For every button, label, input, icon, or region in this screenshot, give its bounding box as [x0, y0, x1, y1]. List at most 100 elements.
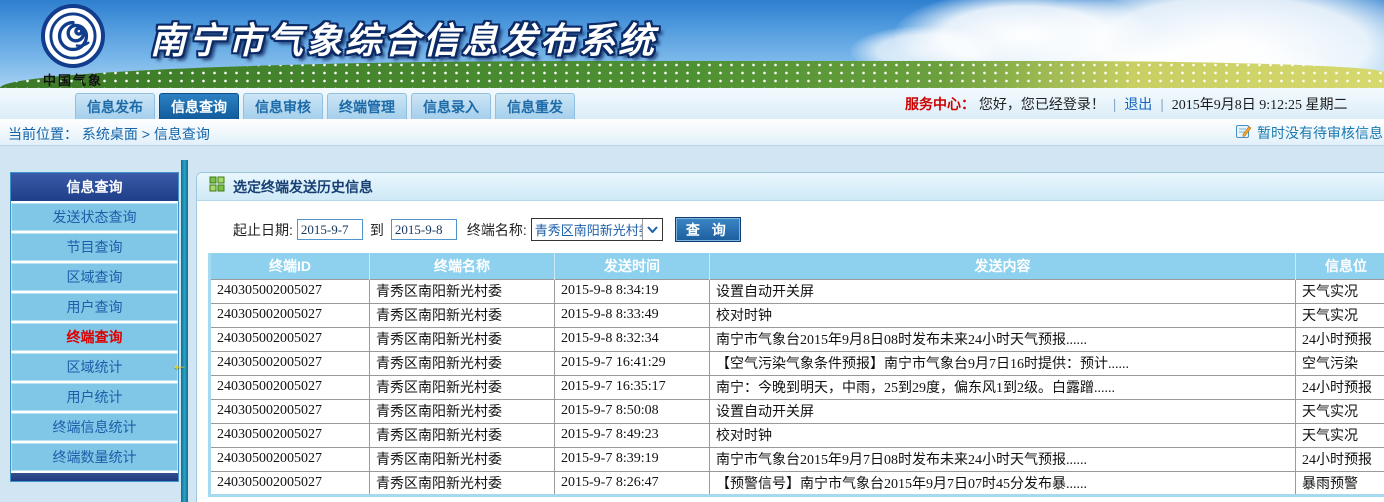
panel-header: 选定终端发送历史信息	[197, 173, 1384, 201]
cell-terminal-name: 青秀区南阳新光村委	[370, 375, 555, 399]
cell-terminal-id: 240305002005027	[210, 279, 370, 303]
service-center-label: 服务中心：	[905, 96, 975, 112]
table-row: 240305002005027 青秀区南阳新光村委 2015-9-8 8:32:…	[210, 327, 1384, 351]
login-greeting: 您好，您已经登录！	[979, 96, 1105, 112]
grid-icon	[209, 176, 225, 197]
cell-send-time: 2015-9-7 8:26:47	[555, 471, 710, 495]
sidebar-item-terminal-count-stats[interactable]: 终端数量统计	[11, 443, 178, 471]
col-terminal-name: 终端名称	[370, 253, 555, 279]
cell-terminal-name: 青秀区南阳新光村委	[370, 471, 555, 495]
breadcrumb-path: 系统桌面 > 信息查询	[82, 126, 210, 142]
cell-terminal-name: 青秀区南阳新光村委	[370, 327, 555, 351]
sidebar-item-user-query[interactable]: 用户查询	[11, 293, 178, 321]
cell-send-content: 南宁市气象台2015年9月8日08时发布未来24小时天气预报......	[710, 327, 1296, 351]
cell-send-content: 校对时钟	[710, 303, 1296, 327]
col-send-content: 发送内容	[710, 253, 1296, 279]
main-panel: 选定终端发送历史信息 起止日期: 到 终端名称: 青秀区南阳新光村委 查 询 终…	[196, 172, 1384, 502]
service-status: 服务中心： 您好，您已经登录！ | 退出 | 2015年9月8日 9:12:25…	[905, 94, 1348, 114]
cell-terminal-id: 240305002005027	[210, 375, 370, 399]
col-send-time: 发送时间	[555, 253, 710, 279]
cell-info-type: 24小时预报	[1296, 327, 1384, 351]
nav-bar: 信息发布 信息查询 信息审核 终端管理 信息录入 信息重发 服务中心： 您好，您…	[0, 88, 1384, 119]
table-header-row: 终端ID 终端名称 发送时间 发送内容 信息位	[210, 253, 1384, 279]
history-table: 终端ID 终端名称 发送时间 发送内容 信息位 240305002005027 …	[208, 253, 1384, 497]
terminal-select-value: 青秀区南阳新光村委	[532, 220, 642, 239]
cell-terminal-name: 青秀区南阳新光村委	[370, 303, 555, 327]
sidebar-item-user-stats[interactable]: 用户统计	[11, 383, 178, 411]
separator: |	[1160, 96, 1164, 112]
table-row: 240305002005027 青秀区南阳新光村委 2015-9-8 8:34:…	[210, 279, 1384, 303]
cell-info-type: 天气实况	[1296, 423, 1384, 447]
table-row: 240305002005027 青秀区南阳新光村委 2015-9-7 8:50:…	[210, 399, 1384, 423]
cell-terminal-id: 240305002005027	[210, 303, 370, 327]
cell-info-type: 暴雨预警	[1296, 471, 1384, 495]
table-row: 240305002005027 青秀区南阳新光村委 2015-9-7 8:49:…	[210, 423, 1384, 447]
cell-terminal-name: 青秀区南阳新光村委	[370, 351, 555, 375]
cell-terminal-id: 240305002005027	[210, 471, 370, 495]
sidebar-item-send-status-query[interactable]: 发送状态查询	[11, 203, 178, 231]
sidebar-item-terminal-query[interactable]: 终端查询	[11, 323, 178, 351]
breadcrumb-label: 当前位置：	[8, 126, 78, 142]
audit-notice-text: 暂时没有待审核信息	[1257, 123, 1383, 143]
header-banner: 中国气象 南宁市气象综合信息发布系统	[0, 0, 1384, 88]
site-title: 南宁市气象综合信息发布系统	[150, 12, 657, 64]
cell-terminal-name: 青秀区南阳新光村委	[370, 423, 555, 447]
sidebar-title: 信息查询	[11, 173, 178, 201]
date-to-input[interactable]	[391, 219, 457, 240]
datetime-display: 2015年9月8日 9:12:25 星期二	[1172, 98, 1348, 113]
cell-terminal-name: 青秀区南阳新光村委	[370, 279, 555, 303]
logo: 中国气象	[18, 4, 128, 88]
query-form: 起止日期: 到 终端名称: 青秀区南阳新光村委 查 询	[233, 217, 1384, 242]
cell-info-type: 天气实况	[1296, 303, 1384, 327]
sidebar-divider: ←	[181, 160, 188, 502]
logout-link[interactable]: 退出	[1124, 96, 1152, 112]
cell-info-type: 天气实况	[1296, 279, 1384, 303]
sidebar-footer	[11, 473, 178, 481]
table-body: 240305002005027 青秀区南阳新光村委 2015-9-8 8:34:…	[210, 279, 1384, 495]
chevron-down-icon	[642, 219, 662, 240]
breadcrumb-bar: 当前位置： 系统桌面 > 信息查询 暂时没有待审核信息	[0, 119, 1384, 146]
cell-terminal-id: 240305002005027	[210, 351, 370, 375]
breadcrumb: 当前位置： 系统桌面 > 信息查询	[8, 124, 210, 144]
cell-send-time: 2015-9-7 16:35:17	[555, 375, 710, 399]
table-row: 240305002005027 青秀区南阳新光村委 2015-9-8 8:33:…	[210, 303, 1384, 327]
tab-info-query[interactable]: 信息查询	[159, 93, 239, 119]
sidebar-item-program-query[interactable]: 节目查询	[11, 233, 178, 261]
cell-send-time: 2015-9-7 8:49:23	[555, 423, 710, 447]
cell-info-type: 24小时预报	[1296, 447, 1384, 471]
table-row: 240305002005027 青秀区南阳新光村委 2015-9-7 16:41…	[210, 351, 1384, 375]
cell-terminal-id: 240305002005027	[210, 423, 370, 447]
cell-info-type: 天气实况	[1296, 399, 1384, 423]
tab-info-resend[interactable]: 信息重发	[495, 93, 575, 119]
table-row: 240305002005027 青秀区南阳新光村委 2015-9-7 8:26:…	[210, 471, 1384, 495]
app-root: 中国气象 南宁市气象综合信息发布系统 信息发布 信息查询 信息审核 终端管理 信…	[0, 0, 1384, 502]
cell-send-content: 【空气污染气象条件预报】南宁市气象台9月7日16时提供：预计......	[710, 351, 1296, 375]
terminal-name-label: 终端名称:	[467, 220, 527, 240]
tab-terminal-manage[interactable]: 终端管理	[327, 93, 407, 119]
cell-send-content: 【预警信号】南宁市气象台2015年9月7日07时45分发布暴......	[710, 471, 1296, 495]
cell-terminal-id: 240305002005027	[210, 327, 370, 351]
cell-info-type: 空气污染	[1296, 351, 1384, 375]
cell-send-time: 2015-9-8 8:34:19	[555, 279, 710, 303]
cell-terminal-name: 青秀区南阳新光村委	[370, 399, 555, 423]
tab-info-entry[interactable]: 信息录入	[411, 93, 491, 119]
date-from-input[interactable]	[297, 219, 363, 240]
collapse-arrow-icon[interactable]: ←	[171, 358, 188, 372]
sidebar-item-terminal-info-stats[interactable]: 终端信息统计	[11, 413, 178, 441]
date-range-label: 起止日期:	[233, 220, 293, 240]
sidebar-item-region-stats[interactable]: 区域统计	[11, 353, 178, 381]
cell-terminal-name: 青秀区南阳新光村委	[370, 447, 555, 471]
table-row: 240305002005027 青秀区南阳新光村委 2015-9-7 8:39:…	[210, 447, 1384, 471]
cell-send-time: 2015-9-8 8:32:34	[555, 327, 710, 351]
logo-text: 中国气象	[18, 70, 128, 88]
tab-info-audit[interactable]: 信息审核	[243, 93, 323, 119]
cell-send-time: 2015-9-8 8:33:49	[555, 303, 710, 327]
tab-info-publish[interactable]: 信息发布	[75, 93, 155, 119]
sidebar-item-region-query[interactable]: 区域查询	[11, 263, 178, 291]
col-info-type: 信息位	[1296, 253, 1384, 279]
query-button[interactable]: 查 询	[675, 217, 741, 242]
to-label: 到	[370, 220, 384, 240]
col-terminal-id: 终端ID	[210, 253, 370, 279]
terminal-select[interactable]: 青秀区南阳新光村委	[531, 218, 663, 241]
grass-decor	[0, 61, 1384, 88]
